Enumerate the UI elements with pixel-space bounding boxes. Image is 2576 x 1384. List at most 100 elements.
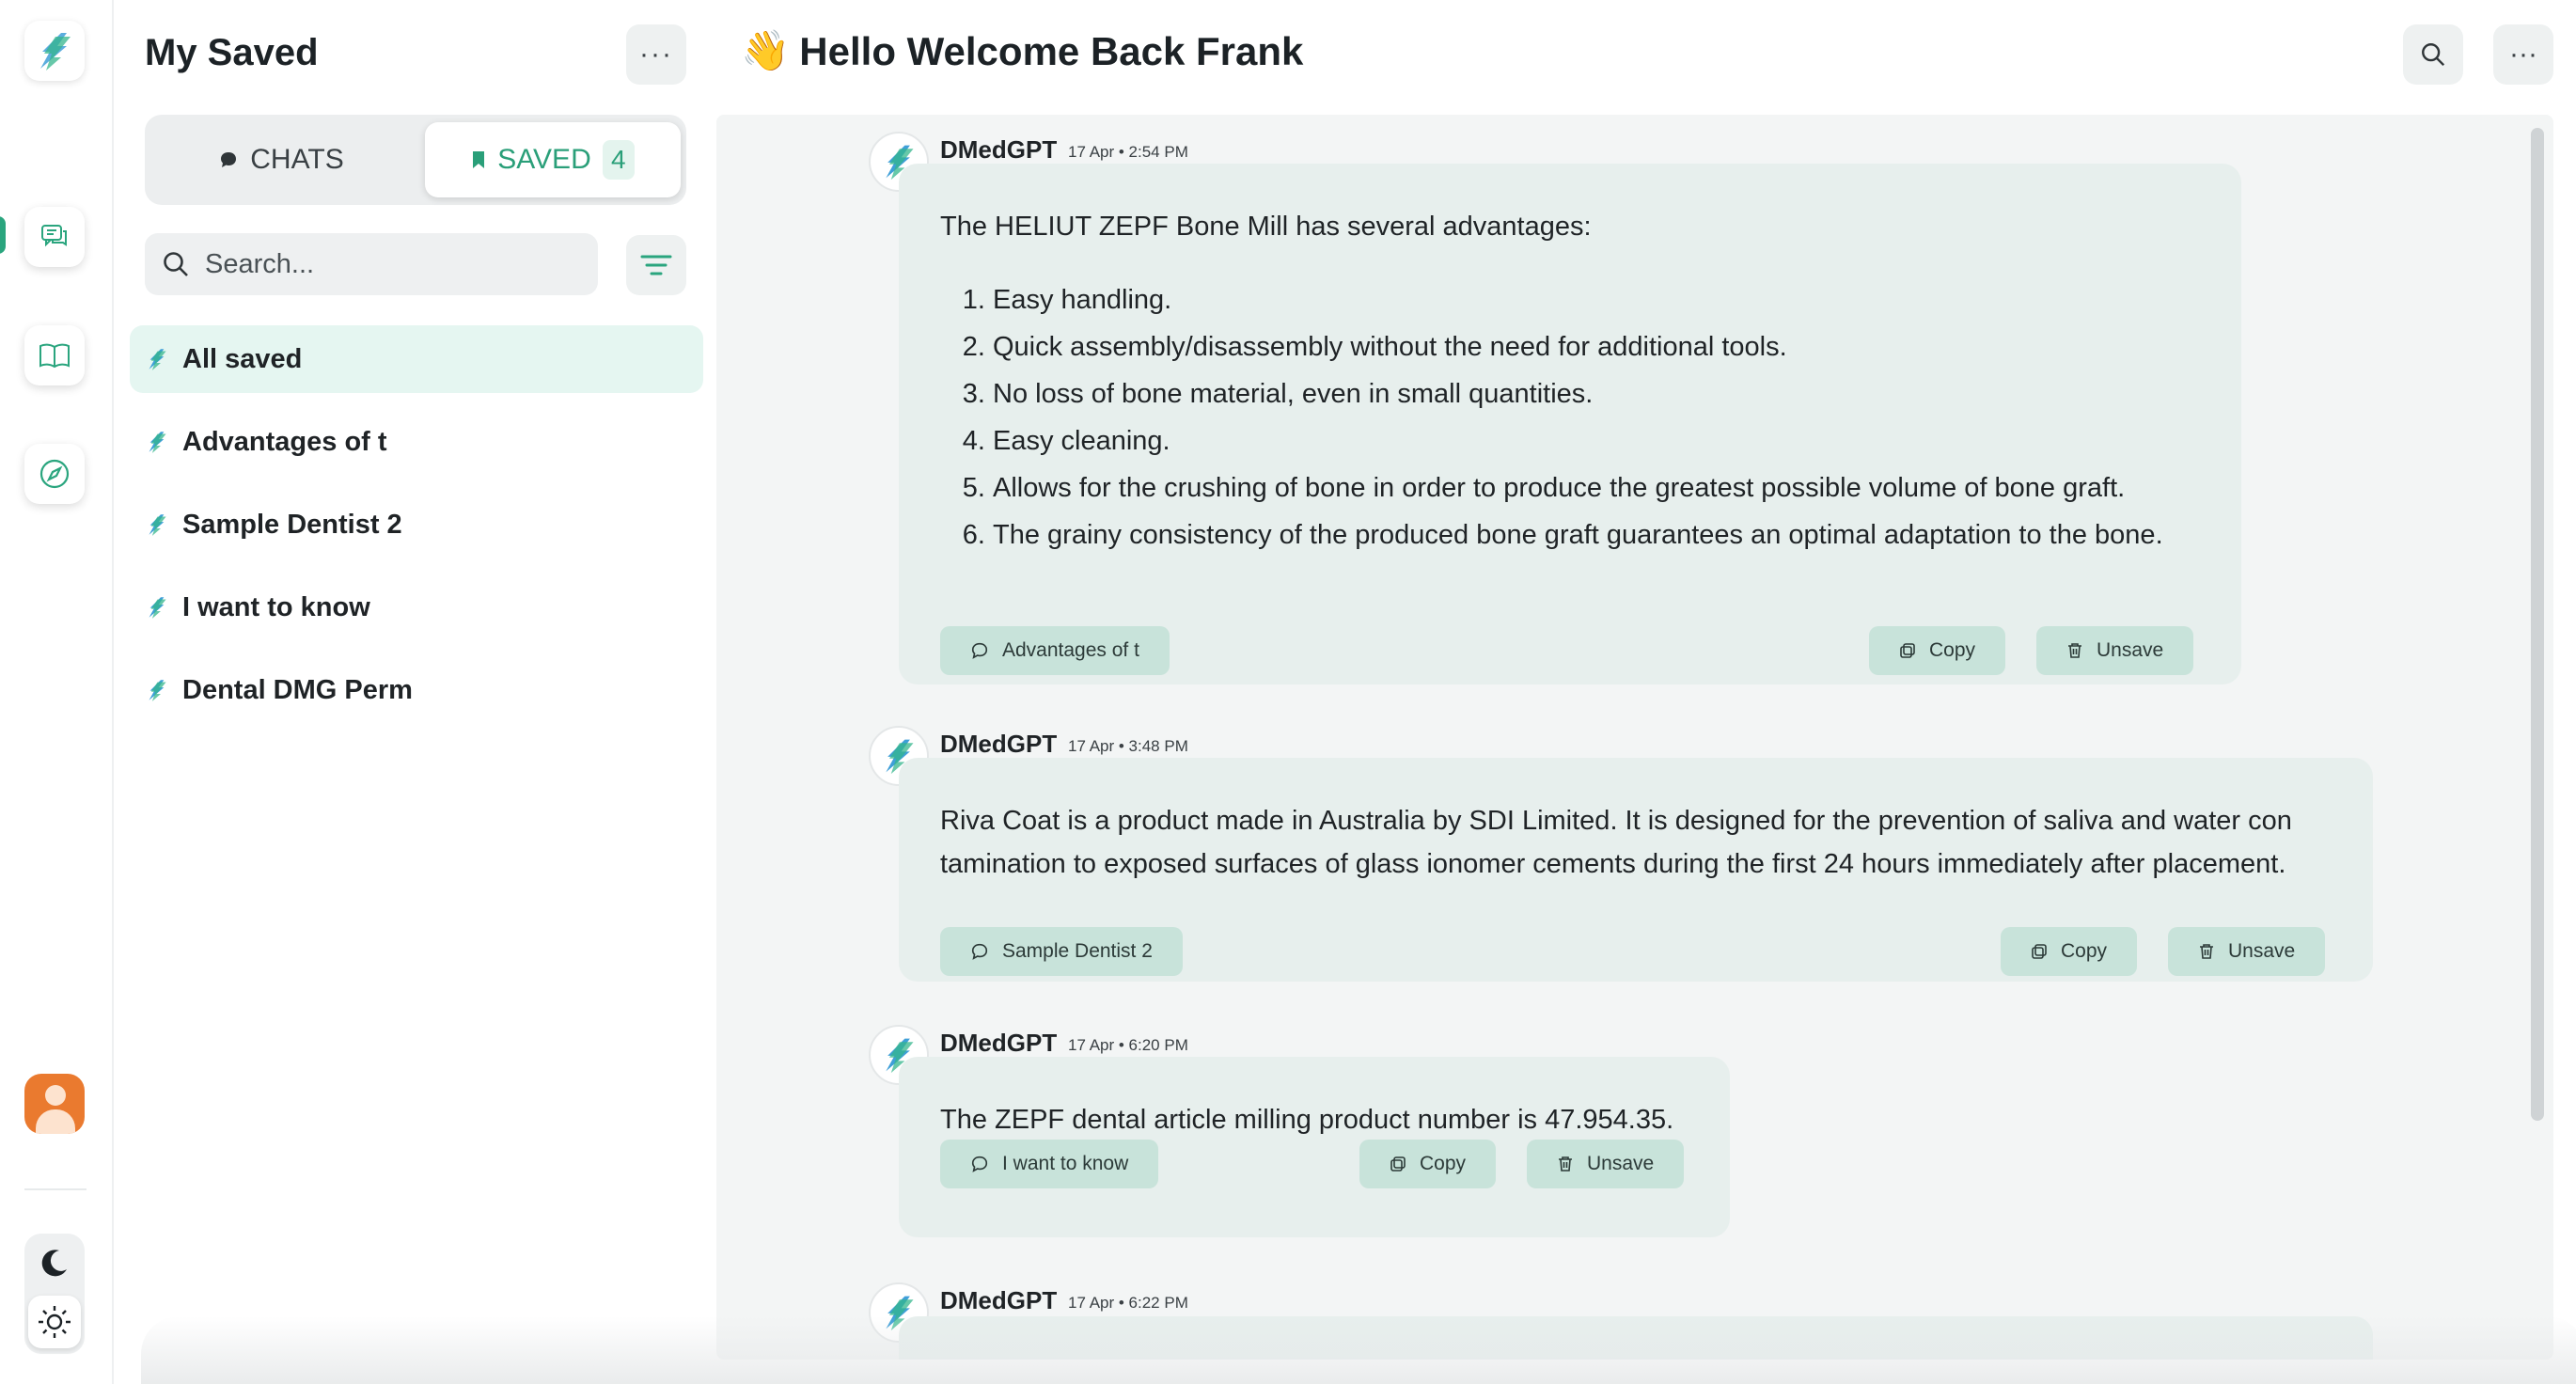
nav-chats-button[interactable] — [24, 207, 85, 267]
saved-item-dental-dmg[interactable]: Dental DMG Perm — [130, 656, 703, 724]
saved-list: All saved Advantages of t Sample Dentist… — [130, 325, 703, 739]
message-time: 17 Apr • 6:22 PM — [1068, 1294, 1188, 1312]
dmedgpt-logo-icon — [149, 514, 166, 536]
chats-saved-tabs: CHATS SAVED 4 — [145, 115, 686, 205]
list-item: Quick assembly/disassembly without the n… — [993, 323, 2200, 370]
saved-item-want-to-know[interactable]: I want to know — [130, 574, 703, 641]
trash-icon — [1559, 1156, 1572, 1172]
chat-bubble-icon — [971, 642, 988, 659]
moon-icon[interactable] — [39, 1247, 71, 1283]
saved-panel: My Saved ··· CHATS SAVED 4 Search... All… — [130, 0, 713, 1384]
source-chat-chip[interactable]: I want to know — [940, 1140, 1159, 1188]
scrollbar[interactable] — [2531, 128, 2544, 1350]
copy-button[interactable]: Copy — [1869, 626, 2006, 675]
sun-icon[interactable] — [28, 1296, 81, 1348]
chip-label: Advantages of t — [1002, 639, 1139, 661]
copy-icon — [2032, 944, 2047, 959]
copy-label: Copy — [1929, 639, 1976, 661]
ellipsis-icon: ··· — [639, 39, 673, 70]
chat-bubble-icon — [971, 943, 988, 960]
scrollbar-thumb[interactable] — [2531, 128, 2544, 1121]
saved-messages-panel[interactable]: DMedGPT 17 Apr • 2:54 PM The HELIUT ZEPF… — [716, 115, 2553, 1360]
message-time: 17 Apr • 6:20 PM — [1068, 1036, 1188, 1054]
trash-icon — [2068, 643, 2081, 658]
open-book-icon — [39, 343, 70, 369]
saved-item-label: Sample Dentist 2 — [182, 509, 402, 540]
tab-chats-label: CHATS — [250, 144, 344, 175]
active-nav-indicator — [0, 216, 6, 254]
dmedgpt-logo-icon — [149, 597, 166, 619]
list-item: The grainy consistency of the produced b… — [993, 511, 2200, 558]
saved-item-label: Advantages of t — [182, 426, 387, 457]
copy-icon — [1390, 1156, 1406, 1172]
panel-more-button[interactable]: ··· — [626, 24, 686, 85]
page-title: 👋 Hello Welcome Back Frank — [741, 28, 1303, 74]
filter-lines-icon — [640, 255, 672, 275]
unsave-button[interactable]: Unsave — [1527, 1140, 1685, 1188]
unsave-label: Unsave — [1587, 1153, 1655, 1174]
chat-bubble-icon — [971, 1156, 988, 1172]
chat-bubble-icon — [221, 152, 237, 167]
app-root: My Saved ··· CHATS SAVED 4 Search... All… — [0, 0, 2576, 1384]
saved-item-advantages[interactable]: Advantages of t — [130, 408, 703, 476]
header-search-button[interactable] — [2403, 24, 2463, 85]
copy-icon — [1900, 643, 1915, 658]
message-text: The HELIUT ZEPF Bone Mill has several ad… — [940, 212, 1592, 242]
theme-toggle[interactable] — [24, 1234, 85, 1354]
nav-library-button[interactable] — [24, 325, 85, 385]
message-author: DMedGPT — [940, 1029, 1058, 1057]
tab-saved[interactable]: SAVED 4 — [425, 122, 681, 197]
tab-chats[interactable]: CHATS — [145, 115, 417, 205]
source-chat-chip[interactable]: Sample Dentist 2 — [940, 927, 1183, 976]
search-icon — [2422, 43, 2445, 67]
tab-saved-label: SAVED — [497, 144, 591, 175]
chip-label: I want to know — [1002, 1153, 1129, 1174]
saved-item-label: All saved — [182, 343, 303, 374]
dmedgpt-logo-icon — [149, 432, 166, 453]
saved-item-sample-dentist[interactable]: Sample Dentist 2 — [130, 491, 703, 558]
header-more-button[interactable]: ··· — [2493, 24, 2553, 85]
list-item: Easy handling. — [993, 276, 2200, 323]
dmedgpt-logo-icon — [149, 680, 166, 701]
copy-label: Copy — [1420, 1153, 1467, 1174]
nav-explore-button[interactable] — [24, 444, 85, 504]
unsave-button[interactable]: Unsave — [2168, 927, 2326, 976]
chip-label: Sample Dentist 2 — [1002, 940, 1153, 962]
unsave-label: Unsave — [2097, 639, 2164, 661]
left-rail — [0, 0, 114, 1384]
dmedgpt-logo-icon[interactable] — [24, 21, 85, 81]
copy-button[interactable]: Copy — [1359, 1140, 1497, 1188]
trash-icon — [2200, 944, 2213, 959]
list-item: Allows for the crushing of bone in order… — [993, 464, 2200, 511]
message-bubble: The HELIUT ZEPF Bone Mill has several ad… — [899, 164, 2241, 684]
saved-item-all[interactable]: All saved — [130, 325, 703, 393]
message-author: DMedGPT — [940, 135, 1058, 164]
saved-item-label: Dental DMG Perm — [182, 674, 413, 705]
list-item: Easy cleaning. — [993, 417, 2200, 464]
unsave-button[interactable]: Unsave — [2036, 626, 2194, 675]
search-input[interactable] — [205, 248, 562, 280]
saved-item-label: I want to know — [182, 591, 370, 622]
message-text: The ZEPF dental article milling product … — [940, 1105, 1674, 1135]
saved-count-badge: 4 — [602, 140, 635, 180]
chat-bubbles-icon — [41, 225, 67, 247]
copy-button[interactable]: Copy — [2001, 927, 2138, 976]
unsave-label: Unsave — [2228, 940, 2296, 962]
search-box — [145, 233, 598, 295]
message-text-line: Riva Coat is a product made in Australia… — [940, 806, 2292, 836]
user-avatar-icon[interactable] — [24, 1074, 85, 1134]
message-author: DMedGPT — [940, 1286, 1058, 1314]
bookmark-icon — [473, 151, 485, 168]
panel-title: My Saved — [145, 32, 319, 73]
message-bubble — [899, 1316, 2373, 1360]
dmedgpt-logo-icon — [149, 349, 166, 370]
message-time: 17 Apr • 3:48 PM — [1068, 737, 1188, 755]
rail-divider — [24, 1188, 86, 1190]
page-title-text: Hello Welcome Back Frank — [799, 28, 1304, 73]
search-icon — [164, 252, 188, 276]
source-chat-chip[interactable]: Advantages of t — [940, 626, 1170, 675]
ellipsis-icon: ··· — [2509, 39, 2537, 70]
message-author: DMedGPT — [940, 730, 1058, 758]
filter-button[interactable] — [626, 235, 686, 295]
list-item: No loss of bone material, even in small … — [993, 370, 2200, 417]
